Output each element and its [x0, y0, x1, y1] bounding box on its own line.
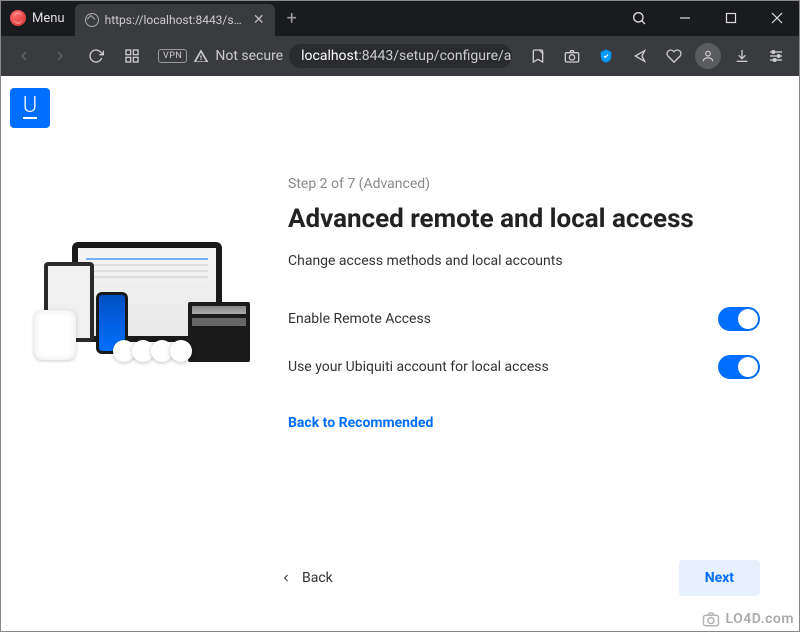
toggle-label: Enable Remote Access: [288, 311, 431, 327]
toggle-row-ubiquiti-account: Use your Ubiquiti account for local acce…: [288, 343, 760, 391]
minimize-button[interactable]: [662, 0, 708, 36]
warning-icon: [193, 48, 209, 64]
unifi-logo[interactable]: U: [10, 88, 50, 128]
reload-icon: [88, 48, 104, 64]
tab-title: https://localhost:8443/setu: [105, 13, 247, 27]
profile-button[interactable]: [692, 40, 724, 72]
back-to-recommended-link[interactable]: Back to Recommended: [288, 415, 433, 431]
heart-icon: [666, 48, 682, 64]
not-secure-label: Not secure: [215, 48, 283, 64]
new-tab-button[interactable]: +: [275, 8, 309, 29]
url-host: localhost: [301, 48, 358, 64]
close-window-button[interactable]: [754, 0, 800, 36]
speed-dial-button[interactable]: [116, 40, 148, 72]
reload-button[interactable]: [80, 40, 112, 72]
bookmark-button[interactable]: [522, 40, 554, 72]
address-bar-zone: VPN Not secure localhost:8443/setup/conf…: [152, 44, 518, 68]
security-indicator[interactable]: Not secure: [193, 48, 283, 64]
chevron-left-icon: [16, 48, 32, 64]
url-path: :8443/setup/configure/a: [358, 48, 511, 64]
opera-menu-button[interactable]: Menu: [0, 0, 75, 36]
send-icon: [632, 48, 648, 64]
forward-nav-button[interactable]: [44, 40, 76, 72]
titlebar: Menu https://localhost:8443/setu ✕ +: [0, 0, 800, 36]
globe-icon: [85, 13, 99, 27]
menu-label: Menu: [32, 11, 65, 26]
maximize-icon: [725, 12, 737, 24]
heart-button[interactable]: [658, 40, 690, 72]
avatar-icon: [695, 43, 721, 69]
back-nav-button[interactable]: [8, 40, 40, 72]
minimize-icon: [679, 12, 691, 24]
browser-tab[interactable]: https://localhost:8443/setu ✕: [75, 4, 275, 36]
close-icon: [771, 12, 783, 24]
footer-nav: Back Next: [280, 560, 760, 596]
adblock-button[interactable]: [590, 40, 622, 72]
download-icon: [734, 48, 750, 64]
chevron-left-icon: [280, 572, 292, 584]
bookmark-icon: [530, 48, 546, 64]
next-button[interactable]: Next: [679, 560, 760, 596]
opera-logo-icon: [10, 10, 26, 26]
camera-icon: [564, 48, 580, 64]
page-title: Advanced remote and local access: [288, 204, 760, 235]
search-tabs-button[interactable]: [616, 0, 662, 36]
shield-icon: [598, 48, 614, 64]
sliders-icon: [768, 48, 784, 64]
grid-icon: [124, 48, 140, 64]
toggle-row-remote-access: Enable Remote Access: [288, 295, 760, 343]
easy-setup-button[interactable]: [760, 40, 792, 72]
address-bar[interactable]: localhost:8443/setup/configure/a: [289, 44, 512, 68]
close-tab-icon[interactable]: ✕: [253, 12, 265, 28]
browser-chrome: Menu https://localhost:8443/setu ✕ +: [0, 0, 800, 76]
toolbar: VPN Not secure localhost:8443/setup/conf…: [0, 36, 800, 76]
downloads-button[interactable]: [726, 40, 758, 72]
page-description: Change access methods and local accounts: [288, 253, 760, 269]
snapshot-button[interactable]: [556, 40, 588, 72]
toggle-ubiquiti-account[interactable]: [718, 355, 760, 379]
search-icon: [631, 10, 647, 26]
toggle-remote-access[interactable]: [718, 307, 760, 331]
vpn-badge[interactable]: VPN: [158, 49, 187, 63]
back-button[interactable]: Back: [280, 570, 333, 586]
camera-icon: [702, 610, 720, 628]
product-illustration: [34, 242, 264, 392]
step-label: Step 2 of 7 (Advanced): [288, 176, 760, 192]
toggle-label: Use your Ubiquiti account for local acce…: [288, 359, 549, 375]
send-button[interactable]: [624, 40, 656, 72]
maximize-button[interactable]: [708, 0, 754, 36]
page-content: U Step 2 of 7 (Advanced) Advanced remote…: [0, 76, 800, 632]
watermark: LO4D.com: [702, 610, 795, 628]
chevron-right-icon: [52, 48, 68, 64]
